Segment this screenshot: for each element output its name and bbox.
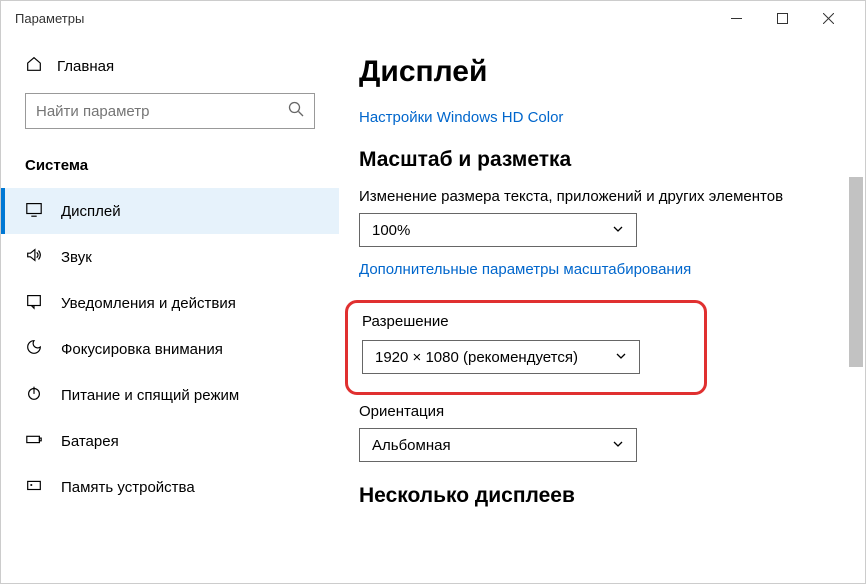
scrollbar-thumb[interactable] (849, 177, 863, 367)
focus-icon (25, 338, 43, 360)
page-title: Дисплей (359, 55, 821, 89)
close-button[interactable] (805, 2, 851, 34)
minimize-button[interactable] (713, 2, 759, 34)
multi-displays-heading: Несколько дисплеев (359, 484, 821, 508)
storage-icon (25, 476, 43, 498)
sidebar-item-battery[interactable]: Батарея (1, 418, 339, 464)
sidebar-item-label: Уведомления и действия (61, 295, 236, 312)
hd-color-link[interactable]: Настройки Windows HD Color (359, 109, 821, 126)
search-icon (288, 101, 304, 122)
search-input-container[interactable] (25, 93, 315, 129)
sidebar-item-label: Питание и спящий режим (61, 387, 239, 404)
window-title: Параметры (15, 11, 713, 26)
sidebar-item-notifications[interactable]: Уведомления и действия (1, 280, 339, 326)
sidebar-item-label: Дисплей (61, 203, 121, 220)
orientation-label: Ориентация (359, 403, 821, 420)
resolution-label: Разрешение (362, 313, 690, 330)
sidebar-item-label: Батарея (61, 433, 119, 450)
scale-value: 100% (372, 222, 612, 239)
sidebar-item-power[interactable]: Питание и спящий режим (1, 372, 339, 418)
section-heading: Система (1, 147, 339, 188)
resolution-value: 1920 × 1080 (рекомендуется) (375, 349, 615, 366)
battery-icon (25, 430, 43, 452)
sidebar-item-focus[interactable]: Фокусировка внимания (1, 326, 339, 372)
scale-label: Изменение размера текста, приложений и д… (359, 188, 821, 205)
scrollbar[interactable] (849, 35, 863, 583)
resolution-dropdown[interactable]: 1920 × 1080 (рекомендуется) (362, 340, 640, 374)
chevron-down-icon (612, 222, 624, 239)
search-input[interactable] (36, 103, 288, 120)
orientation-dropdown[interactable]: Альбомная (359, 428, 637, 462)
display-icon (25, 200, 43, 222)
home-icon (25, 55, 43, 77)
sidebar-item-label: Память устройства (61, 479, 195, 496)
scale-dropdown[interactable]: 100% (359, 213, 637, 247)
advanced-scaling-link[interactable]: Дополнительные параметры масштабирования (359, 261, 821, 278)
home-link[interactable]: Главная (1, 47, 339, 93)
resolution-highlight: Разрешение 1920 × 1080 (рекомендуется) (345, 300, 707, 395)
orientation-value: Альбомная (372, 437, 612, 454)
chevron-down-icon (615, 349, 627, 366)
sidebar-item-display[interactable]: Дисплей (1, 188, 339, 234)
home-label: Главная (57, 58, 114, 75)
sidebar-item-sound[interactable]: Звук (1, 234, 339, 280)
scale-heading: Масштаб и разметка (359, 148, 821, 172)
power-icon (25, 384, 43, 406)
sidebar-item-storage[interactable]: Память устройства (1, 464, 339, 510)
notifications-icon (25, 292, 43, 314)
sidebar-item-label: Звук (61, 249, 92, 266)
chevron-down-icon (612, 437, 624, 454)
sound-icon (25, 246, 43, 268)
maximize-button[interactable] (759, 2, 805, 34)
sidebar-item-label: Фокусировка внимания (61, 341, 223, 358)
